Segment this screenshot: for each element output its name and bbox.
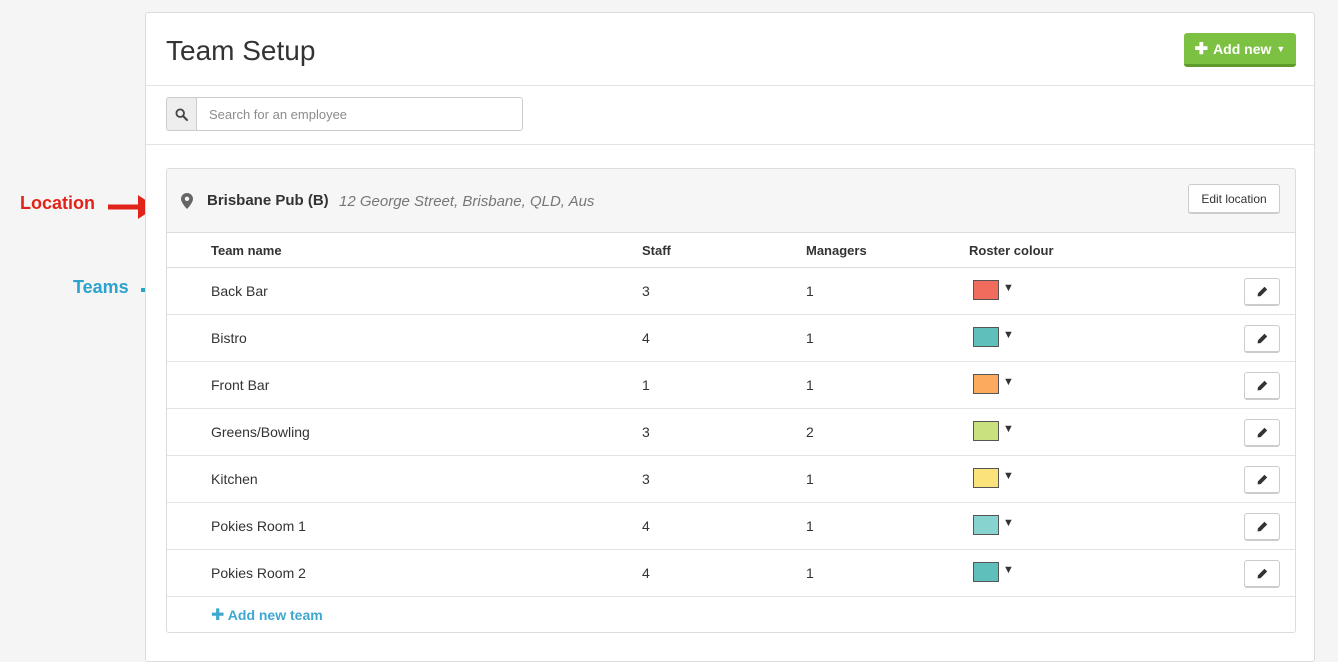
add-new-label: Add new (1213, 40, 1272, 57)
roster-colour-picker[interactable]: ▼ (973, 562, 1014, 582)
team-manager-count: 1 (806, 518, 814, 534)
colour-swatch (973, 327, 999, 347)
roster-colour-picker[interactable]: ▼ (973, 374, 1014, 394)
location-address: 12 George Street, Brisbane, QLD, Aus (339, 193, 595, 210)
edit-team-button[interactable] (1244, 513, 1280, 541)
team-setup-panel: Team Setup ✚ Add new ▼ Brisbane Pub (B) (145, 12, 1315, 662)
roster-colour-picker[interactable]: ▼ (973, 327, 1014, 347)
table-row: Kitchen 3 1 ▼ (167, 456, 1295, 503)
plus-icon: ✚ (1194, 40, 1209, 58)
team-manager-count: 1 (806, 377, 814, 393)
table-row: Back Bar 3 1 ▼ (167, 268, 1295, 315)
roster-colour-picker[interactable]: ▼ (973, 421, 1014, 441)
edit-team-button[interactable] (1244, 325, 1280, 353)
team-name: Front Bar (211, 377, 270, 393)
edit-team-button[interactable] (1244, 372, 1280, 400)
table-row: Front Bar 1 1 ▼ (167, 362, 1295, 409)
location-card: Brisbane Pub (B) 12 George Street, Brisb… (166, 168, 1296, 633)
caret-down-icon: ▼ (1003, 517, 1014, 529)
table-row: Bistro 4 1 ▼ (167, 315, 1295, 362)
edit-team-button[interactable] (1244, 419, 1280, 447)
team-name: Bistro (211, 330, 247, 346)
search-icon (166, 97, 196, 131)
column-header-managers: Managers (806, 243, 867, 258)
caret-down-icon: ▼ (1003, 470, 1014, 482)
edit-team-button[interactable] (1244, 466, 1280, 494)
edit-location-button[interactable]: Edit location (1188, 184, 1280, 214)
add-new-button[interactable]: ✚ Add new ▼ (1184, 33, 1296, 67)
table-row: Greens/Bowling 3 2 ▼ (167, 409, 1295, 456)
page-title: Team Setup (166, 35, 316, 66)
column-header-team-name: Team name (211, 243, 282, 258)
employee-search (166, 97, 523, 131)
edit-team-button[interactable] (1244, 560, 1280, 588)
header-divider (146, 144, 1314, 145)
colour-swatch (973, 280, 999, 300)
colour-swatch (973, 515, 999, 535)
team-name: Back Bar (211, 283, 268, 299)
caret-down-icon: ▼ (1003, 423, 1014, 435)
add-new-team-label: Add new team (227, 607, 323, 623)
caret-down-icon: ▼ (1276, 43, 1286, 54)
team-manager-count: 1 (806, 330, 814, 346)
annotation-teams-label: Teams (73, 277, 129, 297)
add-new-team-link[interactable]: ✚ Add new team (211, 605, 323, 625)
table-header: Team name Staff Managers Roster colour (167, 233, 1295, 268)
pencil-icon (1257, 286, 1267, 297)
annotation-location-label: Location (20, 193, 95, 213)
pencil-icon (1257, 568, 1267, 579)
location-name: Brisbane Pub (B) (207, 192, 329, 209)
location-header: Brisbane Pub (B) 12 George Street, Brisb… (167, 169, 1295, 233)
pencil-icon (1257, 380, 1267, 391)
map-pin-icon (181, 193, 193, 214)
plus-icon: ✚ (211, 607, 225, 624)
caret-down-icon: ▼ (1003, 329, 1014, 341)
roster-colour-picker[interactable]: ▼ (973, 280, 1014, 300)
team-staff-count: 4 (642, 565, 650, 581)
table-row: Pokies Room 2 4 1 ▼ (167, 550, 1295, 597)
colour-swatch (973, 562, 999, 582)
team-staff-count: 4 (642, 518, 650, 534)
pencil-icon (1257, 521, 1267, 532)
pencil-icon (1257, 427, 1267, 438)
team-name: Kitchen (211, 471, 258, 487)
team-name: Greens/Bowling (211, 424, 310, 440)
colour-swatch (973, 468, 999, 488)
edit-team-button[interactable] (1244, 278, 1280, 306)
colour-swatch (973, 421, 999, 441)
team-staff-count: 3 (642, 424, 650, 440)
column-header-staff: Staff (642, 243, 671, 258)
team-manager-count: 1 (806, 565, 814, 581)
team-manager-count: 1 (806, 283, 814, 299)
team-staff-count: 3 (642, 471, 650, 487)
search-input[interactable] (196, 97, 523, 131)
team-name: Pokies Room 1 (211, 518, 306, 534)
caret-down-icon: ▼ (1003, 376, 1014, 388)
team-staff-count: 4 (642, 330, 650, 346)
panel-header: Team Setup ✚ Add new ▼ (146, 13, 1314, 86)
team-manager-count: 2 (806, 424, 814, 440)
roster-colour-picker[interactable]: ▼ (973, 468, 1014, 488)
pencil-icon (1257, 474, 1267, 485)
caret-down-icon: ▼ (1003, 564, 1014, 576)
pencil-icon (1257, 333, 1267, 344)
team-staff-count: 1 (642, 377, 650, 393)
column-header-roster-colour: Roster colour (969, 243, 1054, 258)
table-row: Pokies Room 1 4 1 ▼ (167, 503, 1295, 550)
team-name: Pokies Room 2 (211, 565, 306, 581)
team-manager-count: 1 (806, 471, 814, 487)
team-staff-count: 3 (642, 283, 650, 299)
colour-swatch (973, 374, 999, 394)
caret-down-icon: ▼ (1003, 282, 1014, 294)
roster-colour-picker[interactable]: ▼ (973, 515, 1014, 535)
